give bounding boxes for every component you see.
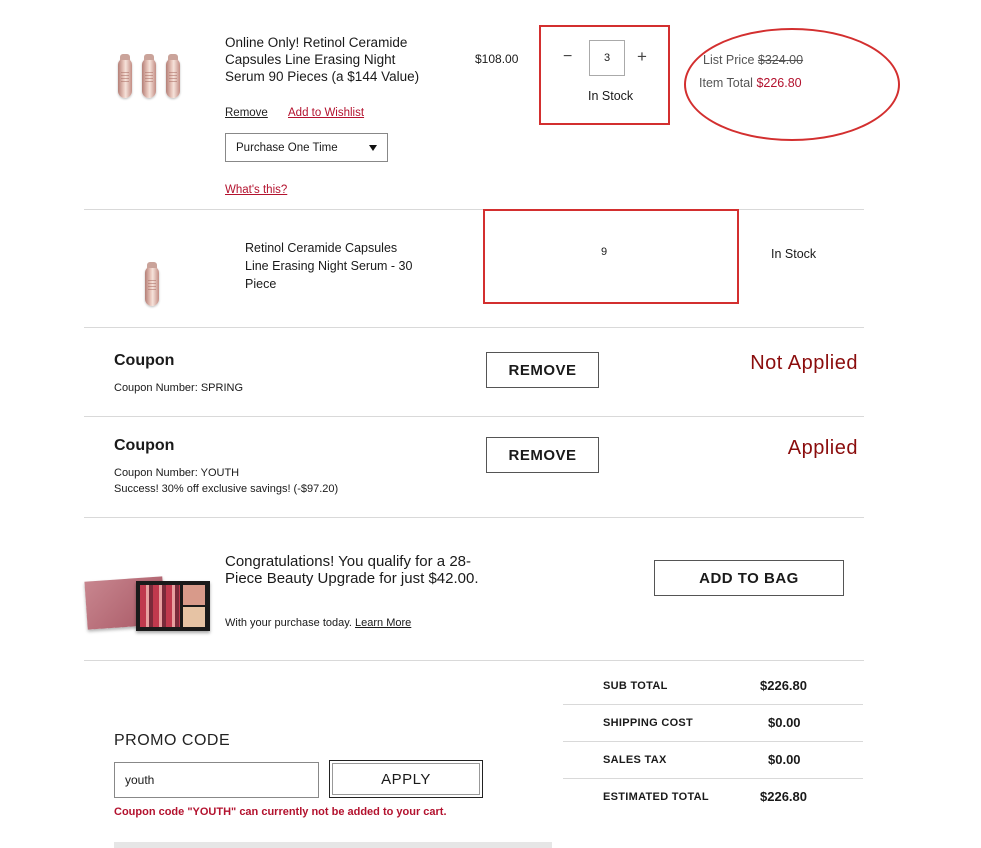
remove-coupon-button[interactable]: REMOVE xyxy=(486,352,599,388)
summary-divider xyxy=(563,741,863,742)
palette-image xyxy=(84,575,212,635)
apply-label: APPLY xyxy=(381,770,431,788)
summary-divider xyxy=(563,778,863,779)
product-title[interactable]: Retinol Ceramide Capsules Line Erasing N… xyxy=(245,239,417,293)
add-to-bag-label: ADD TO BAG xyxy=(699,569,799,587)
product-price: $108.00 xyxy=(475,52,519,66)
summary-value: $0.00 xyxy=(768,752,801,767)
annotation-box-quantity xyxy=(483,209,739,304)
remove-coupon-label: REMOVE xyxy=(508,446,577,464)
promo-code-input[interactable]: youth xyxy=(114,762,319,798)
coupon-success-message: Success! 30% off exclusive savings! (-$9… xyxy=(114,483,339,495)
summary-divider xyxy=(563,704,863,705)
divider xyxy=(84,327,864,328)
apply-button[interactable]: APPLY xyxy=(329,760,483,798)
coupon-number: Coupon Number: SPRING xyxy=(114,382,243,394)
whats-this-link[interactable]: What's this? xyxy=(225,184,287,196)
add-to-bag-button[interactable]: ADD TO BAG xyxy=(654,560,844,596)
caret-down-icon xyxy=(369,145,377,151)
summary-label: SHIPPING COST xyxy=(603,717,694,729)
divider xyxy=(84,416,864,417)
upgrade-message: Congratulations! You qualify for a 28-Pi… xyxy=(225,553,479,587)
summary-label: SALES TAX xyxy=(603,754,667,766)
learn-more-link[interactable]: Learn More xyxy=(355,617,411,629)
product-image-90-piece[interactable] xyxy=(112,52,192,102)
annotation-ellipse-price xyxy=(684,28,900,141)
promo-error-message: Coupon code "YOUTH" can currently not be… xyxy=(114,806,447,818)
remove-link[interactable]: Remove xyxy=(225,107,268,119)
add-to-wishlist-link[interactable]: Add to Wishlist xyxy=(288,107,364,119)
promo-heading: PROMO CODE xyxy=(114,732,231,749)
summary-value: $0.00 xyxy=(768,715,801,730)
divider xyxy=(84,660,864,661)
upgrade-subtext-row: With your purchase today. Learn More xyxy=(225,617,411,629)
stock-status: In Stock xyxy=(771,247,817,261)
summary-value: $226.80 xyxy=(760,789,807,804)
remove-coupon-button[interactable]: REMOVE xyxy=(486,437,599,473)
promo-code-value: youth xyxy=(125,773,155,787)
divider xyxy=(84,517,864,518)
remove-coupon-label: REMOVE xyxy=(508,361,577,379)
product-image-30-piece[interactable] xyxy=(138,258,168,306)
section-bottom-bar xyxy=(114,842,552,848)
purchase-option-select[interactable]: Purchase One Time xyxy=(225,133,388,162)
upgrade-subtext: With your purchase today. xyxy=(225,617,352,629)
coupon-status: Applied xyxy=(787,437,858,459)
summary-label: SUB TOTAL xyxy=(603,680,668,692)
coupon-number: Coupon Number: YOUTH xyxy=(114,467,240,479)
product-title[interactable]: Online Only! Retinol Ceramide Capsules L… xyxy=(225,34,425,85)
summary-label: ESTIMATED TOTAL xyxy=(603,791,709,803)
coupon-heading: Coupon xyxy=(114,437,175,454)
purchase-option-value: Purchase One Time xyxy=(236,142,338,154)
summary-value: $226.80 xyxy=(760,678,807,693)
coupon-heading: Coupon xyxy=(114,352,175,369)
annotation-box-quantity xyxy=(539,25,670,125)
coupon-status: Not Applied xyxy=(750,352,858,374)
divider xyxy=(84,209,864,210)
